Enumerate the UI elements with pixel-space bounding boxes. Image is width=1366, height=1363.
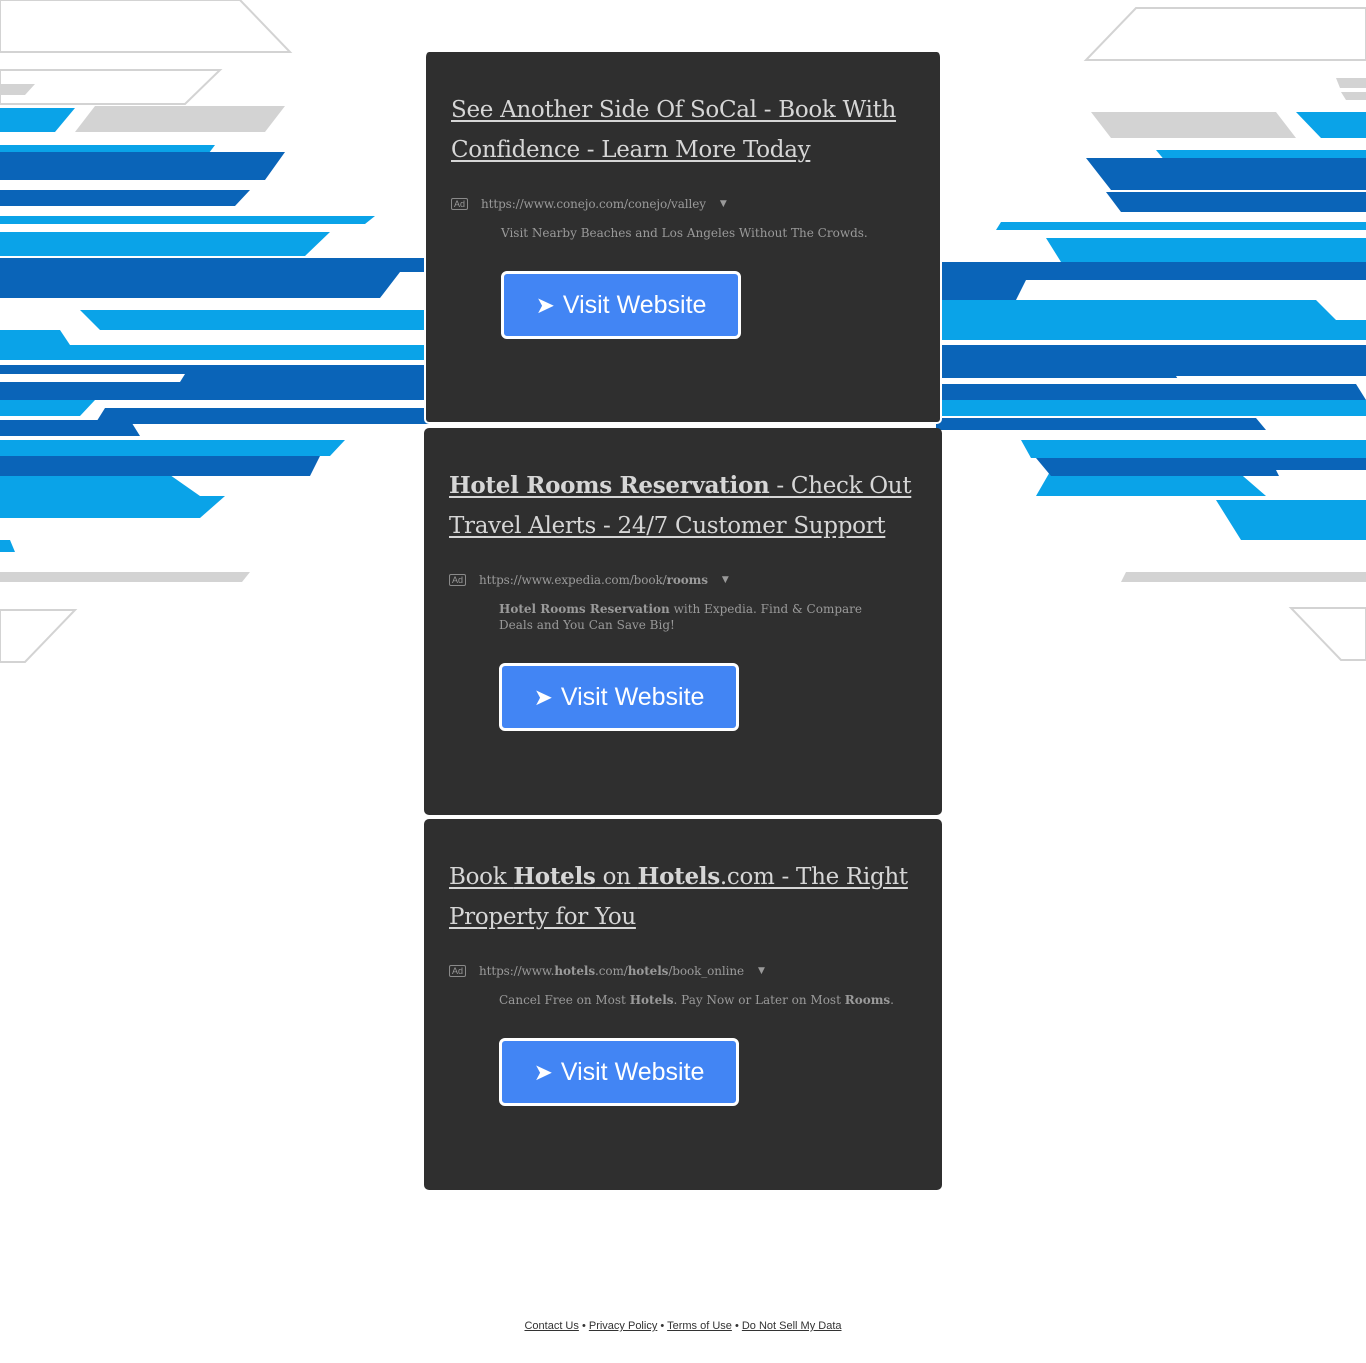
terms-of-use-link[interactable]: Terms of Use [667,1320,732,1332]
visit-website-label: Visit Website [562,290,707,319]
text-segment: .com/ [595,964,628,978]
ad-title-link[interactable]: Hotel Rooms Reservation - Check Out Trav… [449,466,918,546]
background-stripes-left [0,0,430,663]
bold-text-segment: Hotels [629,993,674,1007]
caret-down-icon[interactable]: ▼ [720,199,727,209]
text-segment: . Pay Now or Later on Most [673,993,845,1007]
ad-display-url[interactable]: https://www.expedia.com/book/rooms [479,573,708,587]
bold-text-segment: Hotel Rooms Reservation [499,602,670,616]
text-segment: https://www.conejo.com/conejo/valley [481,197,706,211]
ad-url-row: Ad https://www.conejo.com/conejo/valley … [451,196,916,212]
ad-card: See Another Side Of SoCal - Book With Co… [424,52,942,424]
bold-text-segment: hotels [554,964,595,978]
arrow-right-icon: ➤ [533,1058,553,1085]
visit-website-label: Visit Website [560,1057,705,1086]
ad-title-link[interactable]: See Another Side Of SoCal - Book With Co… [451,90,916,170]
bold-text-segment: Hotels [513,863,596,890]
ad-display-url[interactable]: https://www.conejo.com/conejo/valley [481,197,706,211]
bold-text-segment: Rooms [844,993,891,1007]
ad-badge: Ad [451,198,469,210]
ad-badge: Ad [449,965,467,977]
footer-links: Contact Us • Privacy Policy • Terms of U… [0,1320,1366,1332]
text-segment: Visit Nearby Beaches and Los Angeles Wit… [501,226,868,240]
arrow-right-icon: ➤ [535,291,555,318]
footer-separator: • [657,1320,668,1332]
ad-url-row: Ad https://www.expedia.com/book/rooms ▼ [449,572,918,588]
background-stripes-right [936,7,1366,661]
do-not-sell-link[interactable]: Do Not Sell My Data [742,1320,842,1332]
ad-title-link[interactable]: Book Hotels on Hotels.com - The Right Pr… [449,857,918,937]
bold-text-segment: hotels [627,964,669,978]
text-segment: . [890,993,894,1007]
ad-card: Book Hotels on Hotels.com - The Right Pr… [424,819,942,1190]
visit-website-button[interactable]: ➤ Visit Website [499,663,739,731]
ads-list: See Another Side Of SoCal - Book With Co… [424,52,942,1194]
bold-text-segment: rooms [666,573,708,587]
text-segment: Cancel Free on Most [499,993,630,1007]
ad-card: Hotel Rooms Reservation - Check Out Trav… [424,428,942,815]
ad-description: Hotel Rooms Reservation with Expedia. Fi… [499,601,894,633]
contact-us-link[interactable]: Contact Us [524,1320,578,1332]
text-segment: https://www. [479,964,555,978]
caret-down-icon[interactable]: ▼ [758,966,765,976]
visit-website-label: Visit Website [560,682,705,711]
visit-website-button[interactable]: ➤ Visit Website [501,271,741,339]
footer-separator: • [731,1320,742,1332]
visit-website-button[interactable]: ➤ Visit Website [499,1038,739,1106]
privacy-policy-link[interactable]: Privacy Policy [589,1320,657,1332]
footer-separator: • [578,1320,589,1332]
text-segment: Book [449,864,514,890]
ad-display-url[interactable]: https://www.hotels.com/hotels/book_onlin… [479,964,744,978]
ad-url-row: Ad https://www.hotels.com/hotels/book_on… [449,963,918,979]
arrow-right-icon: ➤ [533,683,553,710]
text-segment: /book_online [668,964,745,978]
ad-description: Visit Nearby Beaches and Los Angeles Wit… [501,225,896,241]
text-segment: See Another Side Of SoCal - Book With Co… [451,97,897,163]
text-segment: https://www.expedia.com/book/ [479,573,667,587]
bold-text-segment: Hotel Rooms Reservation [449,472,770,499]
bold-text-segment: Hotels [637,863,721,890]
caret-down-icon[interactable]: ▼ [722,575,729,585]
ad-badge: Ad [449,574,467,586]
ad-description: Cancel Free on Most Hotels. Pay Now or L… [499,992,894,1008]
text-segment: on [595,864,638,890]
